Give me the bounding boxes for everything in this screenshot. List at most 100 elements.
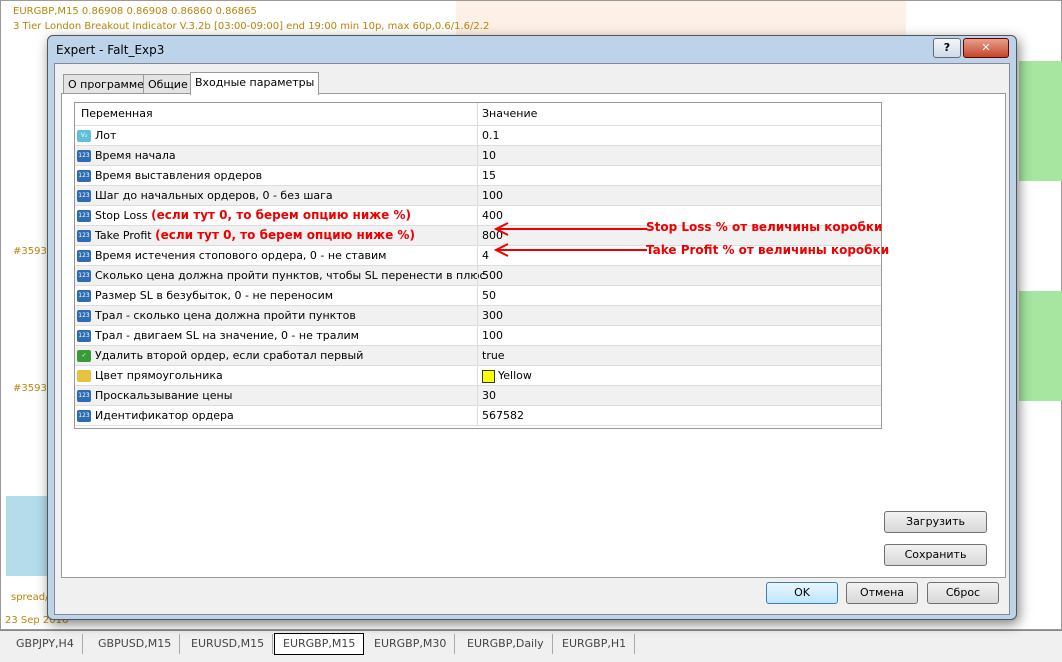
- expert-dialog: Expert - Falt_Exp3 ? ✕ О программе Общие…: [47, 35, 1017, 620]
- cancel-button[interactable]: Отмена: [846, 582, 918, 604]
- value-cell[interactable]: true: [477, 346, 505, 365]
- save-button[interactable]: Сохранить: [884, 544, 987, 566]
- variable-cell: 123 Время выставления ордеров: [77, 166, 475, 185]
- chart-tabs-bar: GBPJPY,H4 GBPUSD,M15 EURUSD,M15 EURGBP,M…: [0, 630, 1062, 662]
- table-row[interactable]: 123 Проскальзывание цены 30: [75, 386, 881, 406]
- param-type-icon: 123: [77, 310, 91, 322]
- value-text: 30: [482, 389, 496, 402]
- variable-cell: 123 Время истечения стопового ордера, 0 -…: [77, 246, 475, 265]
- chart-box-blue: [6, 496, 48, 576]
- table-row[interactable]: 123 Шаг до начальных ордеров, 0 - без шаг…: [75, 186, 881, 206]
- chart-tab[interactable]: GBPUSD,M15: [90, 634, 181, 654]
- table-row[interactable]: 123 Время начала 10: [75, 146, 881, 166]
- value-text: 400: [482, 209, 503, 222]
- table-row[interactable]: V₂ Лот 0.1: [75, 126, 881, 146]
- dialog-body: О программе Общие Входные параметры Пере…: [54, 63, 1010, 615]
- value-cell[interactable]: 567582: [477, 406, 524, 425]
- value-cell[interactable]: 30: [477, 386, 496, 405]
- param-type-icon: 123: [77, 230, 91, 242]
- param-type-icon: 123: [77, 170, 91, 182]
- chart-tab-active[interactable]: EURGBP,M15: [274, 633, 365, 655]
- table-row[interactable]: 123 Идентификатор ордера 567582: [75, 406, 881, 426]
- variable-cell: 123 Шаг до начальных ордеров, 0 - без шаг…: [77, 186, 475, 205]
- chart-tab[interactable]: GBPJPY,H4: [8, 634, 83, 654]
- ok-button[interactable]: OK: [766, 582, 838, 604]
- param-type-icon: 123: [77, 330, 91, 342]
- chart-tab[interactable]: EURUSD,M15: [183, 634, 274, 654]
- column-value[interactable]: Значение: [477, 103, 537, 125]
- value-cell[interactable]: 0.1: [477, 126, 500, 145]
- tab-inputs[interactable]: Входные параметры: [190, 72, 320, 95]
- variable-name: Шаг до начальных ордеров, 0 - без шага: [95, 189, 333, 202]
- variable-cell: 123 Трал - сколько цена должна пройти пун…: [77, 306, 475, 325]
- chart-tab[interactable]: EURGBP,M30: [366, 634, 456, 654]
- help-button[interactable]: ?: [933, 38, 961, 58]
- value-cell[interactable]: 500: [477, 266, 503, 285]
- value-text: 100: [482, 189, 503, 202]
- value-text: 4: [482, 249, 489, 262]
- value-cell[interactable]: Yellow: [477, 366, 532, 385]
- order-label: #3593: [13, 246, 47, 257]
- table-row[interactable]: 123 Время выставления ордеров 15: [75, 166, 881, 186]
- order-label: #3593: [13, 383, 47, 394]
- variable-cell: Цвет прямоугольника: [77, 366, 475, 385]
- value-text: 10: [482, 149, 496, 162]
- table-row[interactable]: 123 Трал - двигаем SL на значение, 0 - не…: [75, 326, 881, 346]
- value-text: 100: [482, 329, 503, 342]
- variable-cell: 123 Время начала: [77, 146, 475, 165]
- table-row[interactable]: 123 Сколько цена должна пройти пунктов, ч…: [75, 266, 881, 286]
- param-type-icon: 123: [77, 210, 91, 222]
- variable-cell: 123 Stop Loss (если тут 0, то берем опцию…: [77, 206, 475, 225]
- variable-name: Сколько цена должна пройти пунктов, чтоб…: [95, 269, 486, 282]
- table-row[interactable]: 123 Размер SL в безубыток, 0 - не перенос…: [75, 286, 881, 306]
- variable-name: Идентификатор ордера: [95, 409, 234, 422]
- value-text: 50: [482, 289, 496, 302]
- value-cell[interactable]: 50: [477, 286, 496, 305]
- value-text: true: [482, 349, 505, 362]
- value-text: 0.1: [482, 129, 500, 142]
- variable-name: Цвет прямоугольника: [95, 369, 223, 382]
- variable-cell: 123 Размер SL в безубыток, 0 - не перенос…: [77, 286, 475, 305]
- variable-name: Время выставления ордеров: [95, 169, 263, 182]
- close-button[interactable]: ✕: [963, 38, 1009, 58]
- variable-cell: 123 Идентификатор ордера: [77, 406, 475, 425]
- value-cell[interactable]: 100: [477, 326, 503, 345]
- parameters-table: Переменная Значение V₂ Лот 0.1 123 Время нач…: [74, 102, 882, 429]
- annotation-arrows: [493, 222, 647, 257]
- load-button[interactable]: Загрузить: [884, 511, 987, 533]
- tab-common[interactable]: Общие: [143, 74, 193, 95]
- chart-tab[interactable]: EURGBP,Daily: [459, 634, 553, 654]
- variable-name: Лот: [95, 129, 117, 142]
- value-cell[interactable]: 10: [477, 146, 496, 165]
- param-type-icon: 123: [77, 410, 91, 422]
- variable-cell: ✓ Удалить второй ордер, если сработал пер…: [77, 346, 475, 365]
- variable-name: Трал - двигаем SL на значение, 0 - не тр…: [95, 329, 359, 342]
- param-type-icon: 123: [77, 190, 91, 202]
- param-type-icon: 123: [77, 150, 91, 162]
- table-row[interactable]: 123 Трал - сколько цена должна пройти пун…: [75, 306, 881, 326]
- reset-button[interactable]: Сброс: [927, 582, 999, 604]
- tab-about[interactable]: О программе: [63, 74, 149, 95]
- chart-box-green: [1019, 291, 1062, 401]
- variable-cell: 123 Проскальзывание цены: [77, 386, 475, 405]
- value-text: 300: [482, 309, 503, 322]
- value-cell[interactable]: 300: [477, 306, 503, 325]
- table-row[interactable]: ✓ Удалить второй ордер, если сработал пер…: [75, 346, 881, 366]
- color-swatch: [482, 369, 495, 383]
- param-type-icon: 123: [77, 250, 91, 262]
- value-text: 500: [482, 269, 503, 282]
- value-cell[interactable]: 15: [477, 166, 496, 185]
- value-cell[interactable]: 4: [477, 246, 489, 265]
- variable-name: Stop Loss: [95, 209, 148, 222]
- chart-tab[interactable]: EURGBP,H1: [554, 634, 636, 654]
- param-type-icon: 123: [77, 290, 91, 302]
- variable-name: Take Profit: [95, 229, 152, 242]
- param-type-icon: ✓: [77, 350, 91, 362]
- column-variable[interactable]: Переменная: [81, 103, 479, 125]
- table-header: Переменная Значение: [75, 103, 881, 126]
- table-row[interactable]: Цвет прямоугольника Yellow: [75, 366, 881, 386]
- variable-name: Время истечения стопового ордера, 0 - не…: [95, 249, 387, 262]
- param-type-icon: 123: [77, 270, 91, 282]
- variable-name: Удалить второй ордер, если сработал перв…: [95, 349, 364, 362]
- value-cell[interactable]: 100: [477, 186, 503, 205]
